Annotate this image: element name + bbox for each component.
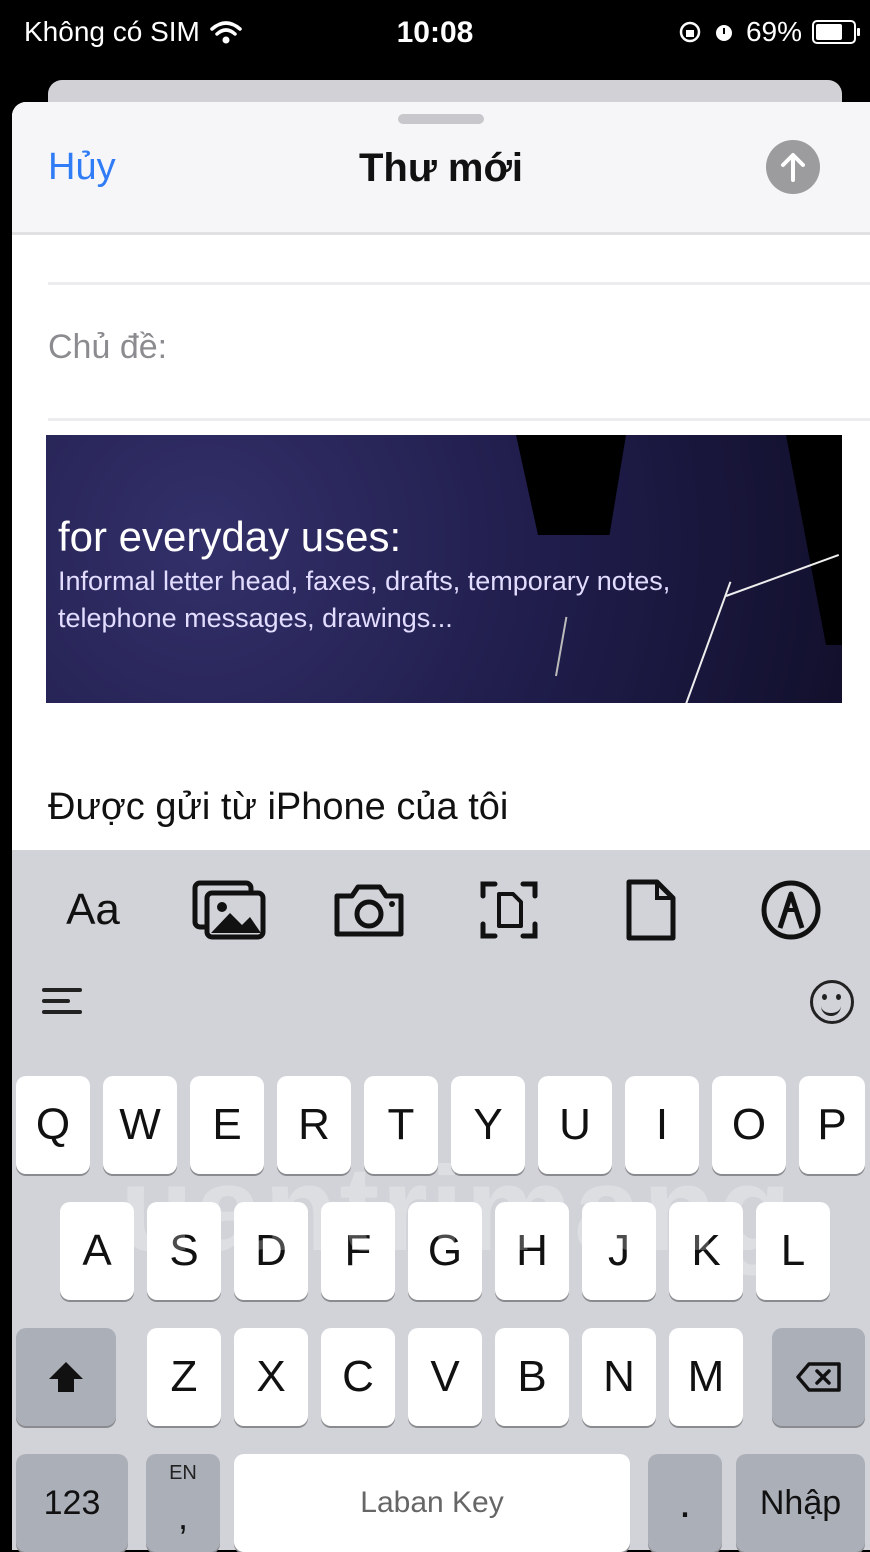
language-label: EN <box>169 1462 197 1484</box>
compose-header: Hủy Thư mới <box>12 102 870 235</box>
divider <box>48 282 870 285</box>
banner-text: Informal letter head, faxes, drafts, tem… <box>58 563 670 637</box>
document-icon <box>626 879 676 941</box>
banner-heading: for everyday uses: <box>58 513 402 560</box>
email-signature[interactable]: Được gửi từ iPhone của tôi <box>48 786 508 829</box>
format-toolbar: Aa <box>12 850 870 1060</box>
key-c[interactable]: C <box>321 1328 395 1426</box>
keyboard: Q W E R T Y U I O P A S D F G H J K L Z … <box>12 1060 870 1552</box>
shift-key[interactable] <box>16 1328 116 1426</box>
key-f[interactable]: F <box>321 1202 395 1300</box>
alarm-icon <box>715 25 732 41</box>
key-v[interactable]: V <box>408 1328 482 1426</box>
key-b[interactable]: B <box>495 1328 569 1426</box>
key-h[interactable]: H <box>495 1202 569 1300</box>
orientation-lock-icon <box>679 21 701 43</box>
key-u[interactable]: U <box>538 1076 612 1174</box>
key-s[interactable]: S <box>147 1202 221 1300</box>
divider <box>48 418 870 421</box>
markup-button[interactable] <box>746 872 836 948</box>
scan-document-button[interactable] <box>464 872 554 948</box>
sheet-grabber[interactable] <box>398 114 484 124</box>
scan-document-icon <box>480 881 538 939</box>
banner-crack <box>685 581 732 703</box>
key-z[interactable]: Z <box>147 1328 221 1426</box>
comma-label: , <box>177 1496 188 1537</box>
send-button[interactable] <box>766 140 820 194</box>
photo-icon <box>192 880 266 940</box>
format-label: Aa <box>66 885 120 934</box>
key-x[interactable]: X <box>234 1328 308 1426</box>
camera-icon <box>334 884 404 937</box>
key-j[interactable]: J <box>582 1202 656 1300</box>
key-l[interactable]: L <box>756 1202 830 1300</box>
shift-icon <box>49 1362 83 1392</box>
key-r[interactable]: R <box>277 1076 351 1174</box>
comma-key[interactable]: EN , <box>146 1454 220 1552</box>
align-line <box>42 988 82 992</box>
backspace-key[interactable] <box>772 1328 865 1426</box>
markup-pen-icon <box>761 880 821 940</box>
key-d[interactable]: D <box>234 1202 308 1300</box>
key-g[interactable]: G <box>408 1202 482 1300</box>
key-w[interactable]: W <box>103 1076 177 1174</box>
numbers-key[interactable]: 123 <box>16 1454 128 1552</box>
banner-line: Informal letter head, faxes, drafts, tem… <box>58 566 671 596</box>
period-key[interactable]: . <box>648 1454 722 1552</box>
text-align-button[interactable] <box>42 988 82 1021</box>
subject-field[interactable]: Chủ đề: <box>48 328 167 367</box>
battery-percent: 69% <box>745 16 802 47</box>
key-q[interactable]: Q <box>16 1076 90 1174</box>
align-line <box>42 1010 82 1014</box>
banner-shape <box>786 435 842 645</box>
emoji-icon[interactable] <box>810 980 854 1024</box>
key-k[interactable]: K <box>669 1202 743 1300</box>
key-o[interactable]: O <box>712 1076 786 1174</box>
key-m[interactable]: M <box>669 1328 743 1426</box>
align-line <box>42 999 70 1003</box>
status-bar: Không có SIM 10:08 69% <box>0 0 870 70</box>
banner-shape <box>516 435 626 535</box>
status-right: 69% <box>678 16 860 48</box>
key-i[interactable]: I <box>625 1076 699 1174</box>
stationery-image: for everyday uses: Informal letter head,… <box>46 435 842 703</box>
key-n[interactable]: N <box>582 1328 656 1426</box>
key-a[interactable]: A <box>60 1202 134 1300</box>
key-t[interactable]: T <box>364 1076 438 1174</box>
delete-icon <box>795 1362 841 1392</box>
space-key[interactable]: Laban Key <box>234 1454 630 1552</box>
key-y[interactable]: Y <box>451 1076 525 1174</box>
attach-file-button[interactable] <box>606 872 696 948</box>
battery-icon <box>812 20 860 44</box>
banner-line: telephone messages, drawings... <box>58 603 453 633</box>
arrow-up-icon <box>781 153 805 182</box>
camera-button[interactable] <box>324 872 414 948</box>
compose-title: Thư mới <box>358 146 524 190</box>
format-button[interactable]: Aa <box>48 872 138 948</box>
key-e[interactable]: E <box>190 1076 264 1174</box>
key-p[interactable]: P <box>799 1076 865 1174</box>
return-key[interactable]: Nhập <box>736 1454 865 1552</box>
photo-library-button[interactable] <box>184 872 274 948</box>
